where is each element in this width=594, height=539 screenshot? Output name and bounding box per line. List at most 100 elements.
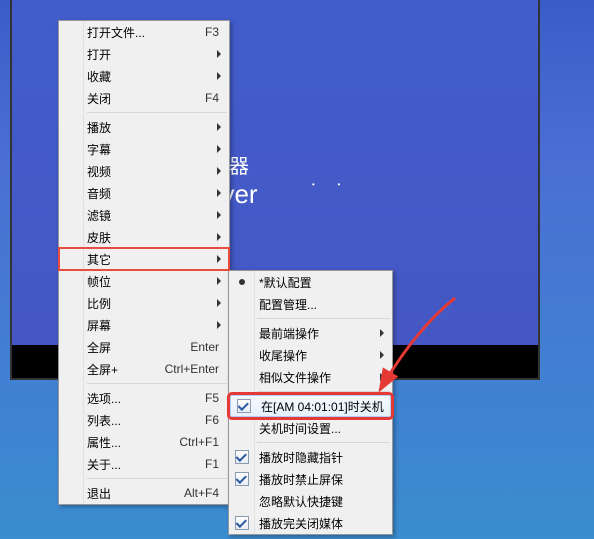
menu-separator xyxy=(87,478,227,479)
menu-label: 关机时间设置... xyxy=(259,420,388,437)
submenu-arrow-icon xyxy=(380,351,384,359)
submenu-arrow-icon xyxy=(380,373,384,381)
menu-exit[interactable]: 退出 Alt+F4 xyxy=(59,482,229,504)
menu-label: 播放完关闭媒体 xyxy=(259,515,388,532)
menu-options[interactable]: 选项... F5 xyxy=(59,387,229,409)
menu-video[interactable]: 视频 xyxy=(59,160,229,182)
submenu-arrow-icon xyxy=(217,299,221,307)
menu-label: 在[AM 04:01:01]时关机 xyxy=(261,398,386,415)
player-dots: • • xyxy=(312,180,344,189)
menu-ratio[interactable]: 比例 xyxy=(59,292,229,314)
checkbox-icon xyxy=(235,450,249,464)
submenu-arrow-icon xyxy=(217,321,221,329)
submenu-arrow-icon xyxy=(217,50,221,58)
menu-label: 退出 xyxy=(87,485,184,502)
menu-frame-pos[interactable]: 帧位 xyxy=(59,270,229,292)
menu-favorites[interactable]: 收藏 xyxy=(59,65,229,87)
submenu-arrow-icon xyxy=(217,123,221,131)
menu-subtitle[interactable]: 字幕 xyxy=(59,138,229,160)
other-submenu: *默认配置 配置管理... 最前端操作 收尾操作 相似文件操作 在[AM 04:… xyxy=(228,270,393,535)
menu-fullscreen[interactable]: 全屏 Enter xyxy=(59,336,229,358)
menu-label: 比例 xyxy=(87,295,217,312)
submenu-ending[interactable]: 收尾操作 xyxy=(229,344,392,366)
checkbox-icon xyxy=(235,472,249,486)
submenu-close-media-on-end[interactable]: 播放完关闭媒体 xyxy=(229,512,392,534)
menu-label: 播放时隐藏指针 xyxy=(259,449,388,466)
menu-label: 相似文件操作 xyxy=(259,369,380,386)
menu-skin[interactable]: 皮肤 xyxy=(59,226,229,248)
menu-label: 视频 xyxy=(87,163,217,180)
menu-label: 播放 xyxy=(87,119,217,136)
menu-shortcut: Alt+F4 xyxy=(184,486,219,500)
menu-label: 关于... xyxy=(87,456,205,473)
menu-properties[interactable]: 属性... Ctrl+F1 xyxy=(59,431,229,453)
menu-label: 播放时禁止屏保 xyxy=(259,471,388,488)
menu-shortcut: Ctrl+F1 xyxy=(179,435,219,449)
menu-close[interactable]: 关闭 F4 xyxy=(59,87,229,109)
menu-audio[interactable]: 音频 xyxy=(59,182,229,204)
submenu-shutdown-at[interactable]: 在[AM 04:01:01]时关机 xyxy=(230,395,391,417)
submenu-arrow-icon xyxy=(217,72,221,80)
menu-shortcut: Ctrl+Enter xyxy=(165,362,219,376)
menu-shortcut: F1 xyxy=(205,457,219,471)
menu-other[interactable]: 其它 xyxy=(59,248,229,270)
menu-shortcut: F4 xyxy=(205,91,219,105)
bullet-icon xyxy=(239,279,245,285)
submenu-arrow-icon xyxy=(217,211,221,219)
menu-label: 滤镜 xyxy=(87,207,217,224)
menu-label: 打开文件... xyxy=(87,24,205,41)
menu-open[interactable]: 打开 xyxy=(59,43,229,65)
context-menu: 打开文件... F3 打开 收藏 关闭 F4 播放 字幕 视频 音频 滤镜 皮肤… xyxy=(58,20,230,505)
menu-about[interactable]: 关于... F1 xyxy=(59,453,229,475)
menu-label: 帧位 xyxy=(87,273,217,290)
menu-label: 收藏 xyxy=(87,68,217,85)
submenu-ignore-default-shortcut[interactable]: 忽略默认快捷键 xyxy=(229,490,392,512)
menu-separator xyxy=(257,318,390,319)
menu-screen[interactable]: 屏幕 xyxy=(59,314,229,336)
menu-playlist[interactable]: 列表... F6 xyxy=(59,409,229,431)
submenu-arrow-icon xyxy=(217,189,221,197)
menu-filter[interactable]: 滤镜 xyxy=(59,204,229,226)
menu-label: 属性... xyxy=(87,434,179,451)
menu-separator xyxy=(87,112,227,113)
submenu-shutdown-time-settings[interactable]: 关机时间设置... xyxy=(229,417,392,439)
submenu-similar-files[interactable]: 相似文件操作 xyxy=(229,366,392,388)
menu-separator xyxy=(257,442,390,443)
submenu-topmost[interactable]: 最前端操作 xyxy=(229,322,392,344)
menu-fullscreen-plus[interactable]: 全屏+ Ctrl+Enter xyxy=(59,358,229,380)
menu-label: 全屏+ xyxy=(87,361,165,378)
menu-label: 皮肤 xyxy=(87,229,217,246)
checkbox-icon xyxy=(237,399,251,413)
menu-label: 选项... xyxy=(87,390,205,407)
menu-separator xyxy=(87,383,227,384)
menu-shortcut: Enter xyxy=(190,340,219,354)
submenu-disable-screensaver[interactable]: 播放时禁止屏保 xyxy=(229,468,392,490)
menu-label: 全屏 xyxy=(87,339,190,356)
menu-label: 其它 xyxy=(87,251,217,268)
menu-label: 音频 xyxy=(87,185,217,202)
menu-open-file[interactable]: 打开文件... F3 xyxy=(59,21,229,43)
menu-label: 收尾操作 xyxy=(259,347,380,364)
submenu-arrow-icon xyxy=(380,329,384,337)
menu-label: 关闭 xyxy=(87,90,205,107)
submenu-arrow-icon xyxy=(217,255,221,263)
menu-label: 列表... xyxy=(87,412,205,429)
submenu-config-manage[interactable]: 配置管理... xyxy=(229,293,392,315)
menu-separator xyxy=(257,391,390,392)
submenu-arrow-icon xyxy=(217,145,221,153)
menu-label: 最前端操作 xyxy=(259,325,380,342)
submenu-hide-pointer[interactable]: 播放时隐藏指针 xyxy=(229,446,392,468)
menu-label: 屏幕 xyxy=(87,317,217,334)
menu-shortcut: F3 xyxy=(205,25,219,39)
menu-label: 打开 xyxy=(87,46,217,63)
submenu-default-config[interactable]: *默认配置 xyxy=(229,271,392,293)
menu-label: *默认配置 xyxy=(259,274,388,291)
submenu-arrow-icon xyxy=(217,277,221,285)
menu-play[interactable]: 播放 xyxy=(59,116,229,138)
menu-shortcut: F6 xyxy=(205,413,219,427)
menu-label: 配置管理... xyxy=(259,296,388,313)
submenu-arrow-icon xyxy=(217,167,221,175)
menu-shortcut: F5 xyxy=(205,391,219,405)
submenu-arrow-icon xyxy=(217,233,221,241)
menu-label: 忽略默认快捷键 xyxy=(259,493,388,510)
